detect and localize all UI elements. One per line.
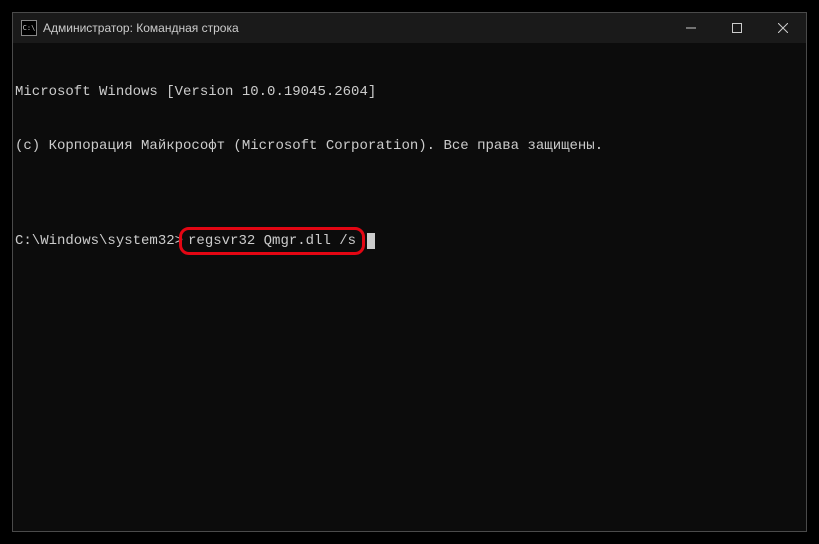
cmd-icon: C:\ — [21, 20, 37, 36]
minimize-icon — [686, 23, 696, 33]
maximize-button[interactable] — [714, 13, 760, 43]
prompt-text: C:\Windows\system32> — [15, 232, 183, 250]
close-button[interactable] — [760, 13, 806, 43]
terminal-body[interactable]: Microsoft Windows [Version 10.0.19045.26… — [13, 43, 806, 531]
command-highlight: regsvr32 Qmgr.dll /s — [179, 227, 365, 255]
minimize-button[interactable] — [668, 13, 714, 43]
outer-frame: C:\ Администратор: Командная строка — [0, 0, 819, 544]
output-line-1: Microsoft Windows [Version 10.0.19045.26… — [15, 83, 804, 101]
text-cursor — [367, 233, 375, 249]
titlebar[interactable]: C:\ Администратор: Командная строка — [13, 13, 806, 43]
cmd-window: C:\ Администратор: Командная строка — [12, 12, 807, 532]
output-line-2: (c) Корпорация Майкрософт (Microsoft Cor… — [15, 137, 804, 155]
close-icon — [778, 23, 788, 33]
window-controls — [668, 13, 806, 43]
maximize-icon — [732, 23, 742, 33]
window-title: Администратор: Командная строка — [43, 21, 668, 35]
prompt-line: C:\Windows\system32> regsvr32 Qmgr.dll /s — [15, 227, 804, 255]
cmd-icon-text: C:\ — [23, 24, 36, 32]
command-text: regsvr32 Qmgr.dll /s — [188, 233, 356, 249]
